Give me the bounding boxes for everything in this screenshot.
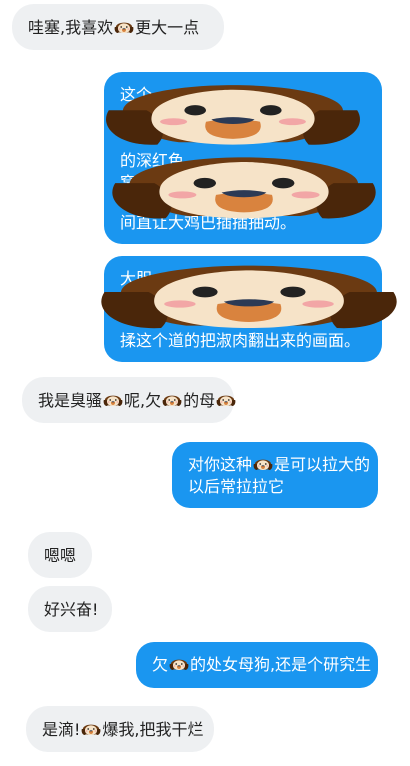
message-text: 是滴! bbox=[42, 720, 81, 739]
puppy-face-icon bbox=[114, 18, 134, 38]
message-text: 爆我,把我干烂 bbox=[102, 720, 204, 739]
message-text: 我是臭骚 bbox=[38, 391, 103, 410]
puppy-face-icon bbox=[103, 391, 123, 411]
message-bubble-outgoing[interactable]: 欠 的处女母狗,还是个研究生 bbox=[136, 642, 378, 688]
puppy-face-icon bbox=[162, 391, 182, 411]
message-bubble-incoming[interactable]: 我是臭骚 呢,欠 的母 bbox=[22, 377, 234, 423]
message-text: 的处女母狗,还是个研究生 bbox=[190, 655, 372, 674]
message-text: 欠 bbox=[152, 655, 169, 674]
puppy-face-icon bbox=[81, 720, 101, 740]
message-text: 的母 bbox=[183, 391, 216, 410]
message-bubble-outgoing[interactable]: 对你这种 是可以拉大的 以后常拉拉它 bbox=[172, 442, 378, 508]
puppy-face-icon bbox=[253, 455, 273, 475]
message-text: 好兴奋! bbox=[44, 600, 99, 619]
message-text: 哇塞,我喜欢 bbox=[28, 18, 114, 37]
message-bubble-incoming[interactable]: 哇塞,我喜欢 更大一点 bbox=[12, 4, 224, 50]
message-text: 更大一点 bbox=[135, 18, 200, 37]
puppy-face-icon bbox=[169, 655, 189, 675]
message-text: 嗯嗯 bbox=[44, 546, 77, 565]
puppy-face-icon bbox=[92, 256, 406, 340]
message-text: 对你这种 bbox=[188, 455, 253, 474]
message-bubble-incoming[interactable]: 嗯嗯 bbox=[28, 532, 92, 578]
message-text: 呢,欠 bbox=[124, 391, 162, 410]
message-bubble-incoming[interactable]: 是滴! 爆我,把我干烂 bbox=[26, 706, 214, 752]
message-bubble-incoming[interactable]: 好兴奋! bbox=[28, 586, 112, 632]
puppy-face-icon bbox=[98, 76, 368, 156]
puppy-face-icon bbox=[216, 391, 236, 411]
puppy-face-icon bbox=[104, 148, 384, 230]
message-text: 是可以拉大的 bbox=[274, 455, 371, 474]
message-text: 以后常拉拉它 bbox=[188, 477, 285, 496]
